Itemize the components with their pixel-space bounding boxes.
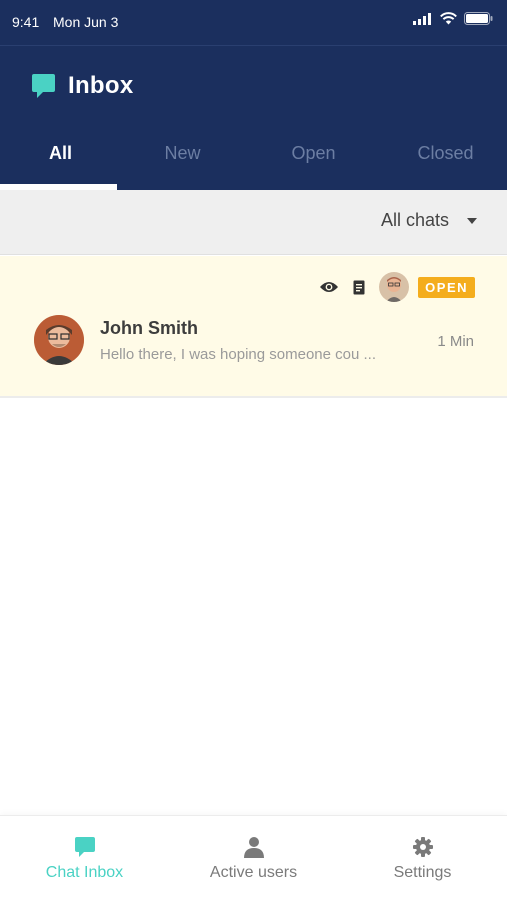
caret-down-icon <box>467 217 477 224</box>
status-bar: 9:41 Mon Jun 3 <box>0 0 507 45</box>
chat-meta: OPEN <box>319 272 475 302</box>
status-icons <box>413 12 493 25</box>
page-title: Inbox <box>68 72 134 99</box>
status-time: 9:41 <box>12 14 40 30</box>
tab-closed[interactable]: Closed <box>387 130 504 190</box>
tab-all[interactable]: All <box>2 130 119 190</box>
chat-bubble-icon <box>74 837 95 857</box>
avatar <box>34 315 84 365</box>
signal-icon <box>413 12 431 25</box>
tab-open[interactable]: Open <box>255 130 372 190</box>
message-preview: Hello there, I was hoping someone cou ..… <box>100 346 376 363</box>
nav-label: Active users <box>209 864 298 881</box>
app-header: 9:41 Mon Jun 3 Inbox All New Open Closed <box>0 0 507 190</box>
agent-avatar <box>379 272 410 302</box>
filter-bar: All chats <box>0 190 507 255</box>
nav-label: Settings <box>393 864 452 881</box>
page-title-row: Inbox <box>31 72 134 100</box>
notes-icon[interactable] <box>353 280 365 295</box>
user-icon <box>243 837 264 858</box>
contact-name: John Smith <box>100 318 198 338</box>
nav-active-users[interactable]: Active users <box>169 816 338 900</box>
gear-icon <box>412 837 433 857</box>
chat-list-item[interactable]: OPEN John Smith Hello there, I was hopin… <box>0 256 507 398</box>
nav-chat-inbox[interactable]: Chat Inbox <box>0 816 169 900</box>
chat-bubble-icon <box>32 74 55 98</box>
wifi-icon <box>440 12 457 25</box>
tab-bar: All New Open Closed <box>0 130 507 190</box>
message-time: 1 Min <box>437 333 474 350</box>
status-divider <box>0 45 507 46</box>
chat-filter-dropdown[interactable]: All chats <box>381 210 477 231</box>
status-badge: OPEN <box>418 276 475 298</box>
status-date: Mon Jun 3 <box>53 14 119 30</box>
battery-icon <box>464 12 493 25</box>
bottom-navigation: Chat Inbox Active users Settings <box>0 815 507 900</box>
nav-settings[interactable]: Settings <box>338 816 507 900</box>
tab-new[interactable]: New <box>124 130 241 190</box>
eye-icon[interactable] <box>319 280 339 294</box>
nav-label: Chat Inbox <box>45 864 124 881</box>
chat-filter-value: All chats <box>380 210 449 230</box>
